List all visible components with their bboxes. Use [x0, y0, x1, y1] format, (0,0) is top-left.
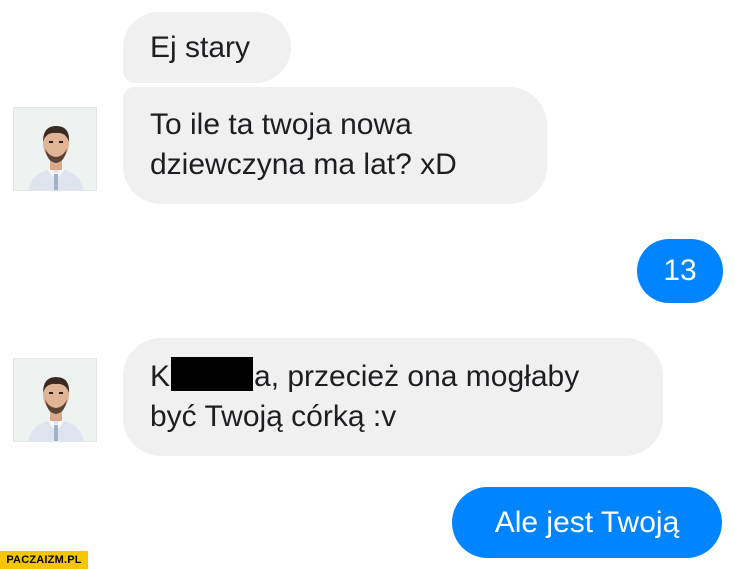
chat-thread: Ej stary To ile ta twoja nowa dziewczyna… — [0, 0, 735, 569]
message-text-line: To ile ta twoja nowa — [150, 108, 412, 141]
message-text: 13 — [663, 254, 697, 287]
contact-avatar[interactable] — [13, 358, 97, 442]
contact-avatar[interactable] — [13, 107, 97, 191]
watermark-logo: PACZAIZM.PL — [0, 551, 88, 569]
message-text: Ej stary — [150, 31, 251, 64]
outgoing-message-bubble[interactable]: 13 — [637, 239, 723, 303]
message-text-start: K — [150, 360, 171, 393]
incoming-message-bubble[interactable]: To ile ta twoja nowa dziewczyna ma lat? … — [123, 87, 547, 204]
incoming-message-bubble[interactable]: Ka, przecież ona mogłaby być Twoją córką… — [123, 338, 663, 456]
message-text-end: a, przecież ona mogłaby — [254, 360, 580, 393]
message-text: Ale jest Twoją — [494, 505, 680, 539]
outgoing-message-bubble[interactable]: Ale jest Twoją — [452, 487, 722, 558]
person-photo-icon — [14, 359, 96, 441]
incoming-message-bubble[interactable]: Ej stary — [123, 12, 291, 83]
message-text-line: być Twoją córką :v — [150, 400, 397, 433]
message-text-line: dziewczyna ma lat? xD — [150, 148, 457, 181]
person-photo-icon — [14, 108, 96, 190]
redaction-bar — [171, 357, 254, 391]
message-text-line: Ka, przecież ona mogłaby — [150, 357, 636, 397]
